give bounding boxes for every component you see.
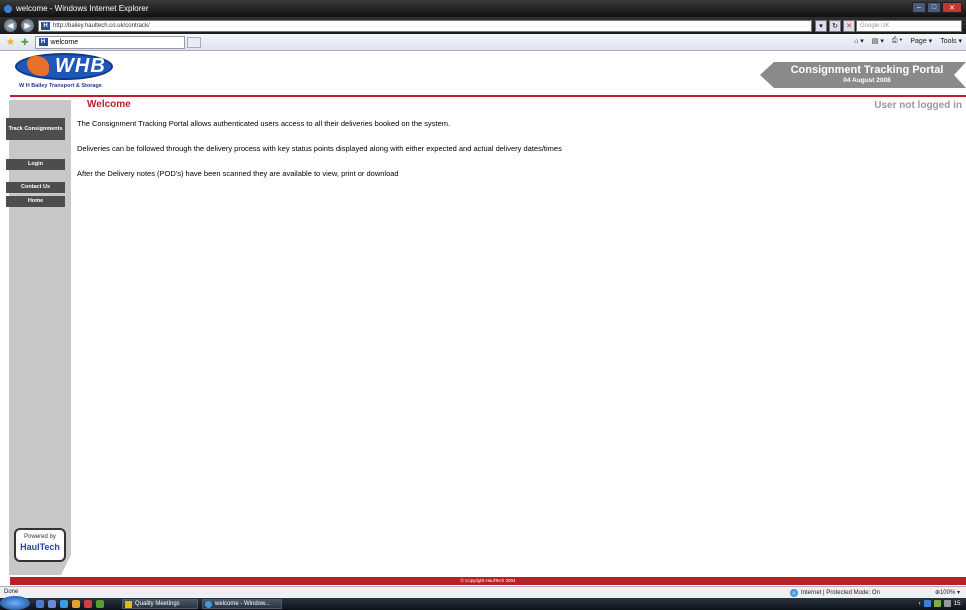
whb-logo[interactable]: WHB W H Bailey Transport & Storage bbox=[15, 53, 115, 93]
minimize-button[interactable]: – bbox=[912, 2, 926, 13]
feeds-icon[interactable]: ▤ ▾ bbox=[872, 37, 884, 45]
powered-by-badge[interactable]: Powered by HaulTech bbox=[14, 528, 66, 562]
window-controls: – □ ✕ bbox=[912, 2, 962, 13]
folder-icon[interactable] bbox=[72, 600, 80, 608]
tab-label: welcome bbox=[50, 38, 79, 46]
task-label: Quality Meetings bbox=[135, 601, 180, 607]
globe-icon bbox=[790, 589, 798, 597]
add-favorites-icon[interactable]: ✚ bbox=[21, 37, 29, 48]
volume-icon[interactable] bbox=[943, 600, 951, 607]
media-icon[interactable] bbox=[96, 600, 104, 608]
maximize-button[interactable]: □ bbox=[927, 2, 941, 13]
start-button[interactable] bbox=[0, 596, 30, 610]
close-button[interactable]: ✕ bbox=[942, 2, 962, 13]
print-icon[interactable]: ⎙ ▾ bbox=[892, 37, 903, 45]
refresh-icon[interactable]: ↻ bbox=[829, 20, 841, 32]
favorites-star-icon[interactable]: ★ bbox=[6, 37, 15, 48]
task-quality-meetings[interactable]: Quality Meetings bbox=[122, 599, 198, 609]
status-bar: Done Internet | Protected Mode: On ⊕100%… bbox=[0, 586, 966, 598]
portal-banner: Consignment Tracking Portal 04 August 20… bbox=[760, 62, 966, 88]
show-desktop-icon[interactable] bbox=[36, 600, 44, 608]
forward-button[interactable]: ▶ bbox=[21, 19, 34, 32]
task-welcome-window[interactable]: welcome - Window... bbox=[202, 599, 282, 609]
clock[interactable]: 15: bbox=[954, 601, 962, 607]
address-tools: ▾ ↻ ✕ bbox=[815, 20, 855, 32]
sidebar-shape bbox=[9, 100, 71, 575]
quick-launch bbox=[36, 600, 104, 608]
logo-subtitle: W H Bailey Transport & Storage bbox=[19, 83, 102, 89]
url-text: http://bailey.haultech.co.uk/contrack/ bbox=[53, 23, 150, 29]
dropdown-icon[interactable]: ▾ bbox=[815, 20, 827, 32]
zone-text: Internet | Protected Mode: On bbox=[801, 590, 880, 596]
tab-welcome[interactable]: H welcome bbox=[34, 35, 185, 49]
page-menu[interactable]: Page ▾ bbox=[910, 37, 932, 45]
ie-icon bbox=[205, 601, 212, 608]
sidebar-item-home[interactable]: Home bbox=[6, 196, 65, 207]
header-divider bbox=[10, 95, 966, 97]
windows-taskbar: Quality Meetings welcome - Window... ‹ 1… bbox=[0, 596, 966, 610]
status-text: Done bbox=[4, 589, 19, 595]
address-bar: ◀ ▶ H http://bailey.haultech.co.uk/contr… bbox=[0, 17, 966, 34]
security-icon[interactable] bbox=[933, 600, 941, 607]
page-title: Welcome bbox=[87, 99, 131, 110]
folder-icon bbox=[125, 601, 132, 608]
task-label: welcome - Window... bbox=[215, 601, 271, 607]
window-titlebar: welcome - Windows Internet Explorer – □ … bbox=[0, 0, 966, 17]
sidebar-item-contact-us[interactable]: Contact Us bbox=[6, 182, 65, 193]
window-title: welcome - Windows Internet Explorer bbox=[16, 4, 149, 13]
powered-by-label: Powered by bbox=[24, 534, 56, 540]
tray-chevron-icon[interactable]: ‹ bbox=[919, 601, 921, 607]
sidebar bbox=[9, 100, 71, 575]
pod-paragraph: After the Delivery notes (POD's) have be… bbox=[77, 169, 399, 178]
security-zone[interactable]: Internet | Protected Mode: On bbox=[790, 589, 880, 597]
site-favicon: H bbox=[41, 22, 50, 30]
ie-icon bbox=[4, 4, 12, 13]
tab-favicon: H bbox=[38, 38, 48, 46]
stop-icon[interactable]: ✕ bbox=[843, 20, 855, 32]
command-bar: ★ ✚ H welcome ⌂ ▾ ▤ ▾ ⎙ ▾ Page ▾ Tools ▾ bbox=[0, 34, 966, 51]
portal-title: Consignment Tracking Portal bbox=[790, 64, 944, 76]
logo-text: WHB bbox=[55, 55, 106, 77]
back-button[interactable]: ◀ bbox=[4, 19, 17, 32]
command-buttons: ⌂ ▾ ▤ ▾ ⎙ ▾ Page ▾ Tools ▾ bbox=[854, 37, 962, 45]
app-icon[interactable] bbox=[84, 600, 92, 608]
delivery-paragraph: Deliveries can be followed through the d… bbox=[77, 144, 562, 153]
portal-date: 04 August 2008 bbox=[843, 77, 891, 84]
page-footer: © Copyright HaulTech 2004 bbox=[10, 577, 966, 585]
new-tab-button[interactable] bbox=[186, 36, 201, 48]
haultech-logo: HaulTech bbox=[20, 542, 60, 552]
sidebar-item-track-consignments[interactable]: Track Consignments bbox=[6, 118, 65, 140]
search-placeholder: Google UK bbox=[860, 23, 890, 29]
ie-quicklaunch-icon[interactable] bbox=[60, 600, 68, 608]
zoom-control[interactable]: ⊕100% ▾ bbox=[935, 589, 960, 596]
tools-menu[interactable]: Tools ▾ bbox=[940, 37, 962, 45]
intro-paragraph: The Consignment Tracking Portal allows a… bbox=[77, 119, 451, 128]
sidebar-item-login[interactable]: Login bbox=[6, 159, 65, 170]
url-input[interactable]: H http://bailey.haultech.co.uk/contrack/ bbox=[38, 20, 812, 32]
network-icon[interactable] bbox=[923, 600, 931, 607]
zoom-level: 100% ▾ bbox=[939, 590, 960, 596]
switch-windows-icon[interactable] bbox=[48, 600, 56, 608]
search-input[interactable]: Google UK bbox=[856, 20, 962, 32]
home-icon[interactable]: ⌂ ▾ bbox=[854, 37, 864, 45]
system-tray: ‹ 15: bbox=[919, 600, 962, 607]
browser-window: welcome - Windows Internet Explorer – □ … bbox=[0, 0, 966, 610]
login-status: User not logged in bbox=[874, 100, 962, 111]
